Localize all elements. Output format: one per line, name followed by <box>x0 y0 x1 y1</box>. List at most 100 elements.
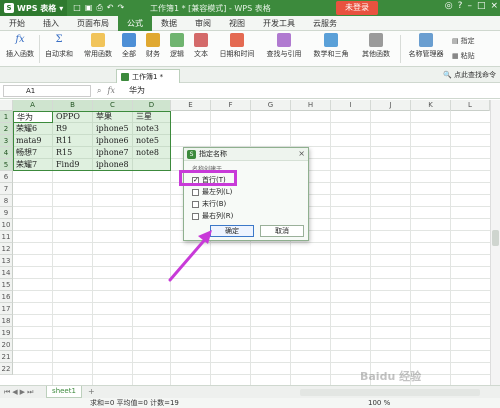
cell-c2[interactable]: iphone5 <box>93 123 133 135</box>
insert-function-button[interactable]: fx 插入函数 <box>3 33 37 59</box>
row-header[interactable]: 4 <box>0 147 13 159</box>
cell-b2[interactable]: R9 <box>53 123 93 135</box>
tab-review[interactable]: 审阅 <box>186 16 220 31</box>
checkbox[interactable] <box>192 200 199 208</box>
column-header[interactable]: D <box>133 100 171 111</box>
row-header[interactable]: 19 <box>0 327 13 339</box>
app-menu-button[interactable]: S WPS 表格 ▾ <box>0 0 68 16</box>
cell-d3[interactable]: note5 <box>133 135 171 147</box>
zoom-level[interactable]: 100 % <box>368 398 390 408</box>
column-header[interactable]: I <box>331 100 371 111</box>
row-header[interactable]: 5 <box>0 159 13 171</box>
option-right-column[interactable]: 最右列(R) <box>192 211 233 221</box>
lookup-button[interactable]: 查找与引用 <box>264 33 304 59</box>
fx-icon[interactable]: fx <box>107 86 114 96</box>
column-header[interactable]: G <box>251 100 291 111</box>
cell-b5[interactable]: Find9 <box>53 159 93 171</box>
print-icon[interactable]: ⎙ <box>96 3 102 13</box>
row-header[interactable]: 8 <box>0 195 13 207</box>
column-header[interactable]: K <box>411 100 451 111</box>
math-button[interactable]: 数学和三角 <box>310 33 352 59</box>
formula-input[interactable]: 华为 <box>129 85 145 96</box>
row-header[interactable]: 17 <box>0 303 13 315</box>
name-manager-button[interactable]: 名称管理器 <box>404 33 448 59</box>
scrollbar-thumb[interactable] <box>492 230 499 246</box>
tab-developer[interactable]: 开发工具 <box>254 16 304 31</box>
row-header[interactable]: 9 <box>0 207 13 219</box>
row-header[interactable]: 16 <box>0 291 13 303</box>
help-icon[interactable]: ? <box>458 1 463 11</box>
row-header[interactable]: 1 <box>0 111 13 123</box>
save-icon[interactable]: ▣ <box>85 3 93 13</box>
cell-b4[interactable]: R15 <box>53 147 93 159</box>
row-header[interactable]: 14 <box>0 267 13 279</box>
minimize-icon[interactable]: – <box>467 1 472 11</box>
close-icon[interactable]: × <box>490 1 498 11</box>
cell-c1[interactable]: 苹果 <box>93 111 133 123</box>
column-header[interactable]: A <box>13 100 53 111</box>
close-icon[interactable]: × <box>298 149 305 158</box>
row-header[interactable]: 22 <box>0 363 13 375</box>
document-tab[interactable]: 工作簿1 * <box>116 69 180 83</box>
row-header[interactable]: 21 <box>0 351 13 363</box>
column-header[interactable]: E <box>171 100 211 111</box>
zoom-formula-icon[interactable]: ⌕ <box>97 86 101 96</box>
tab-formula[interactable]: 公式 <box>118 15 152 31</box>
cell-c5[interactable]: iphone8 <box>93 159 133 171</box>
option-bottom-row[interactable]: 末行(B) <box>192 199 226 209</box>
cell-c3[interactable]: iphone6 <box>93 135 133 147</box>
row-header[interactable]: 6 <box>0 171 13 183</box>
sheet-nav-arrows[interactable]: ⏮◀▶⏭ <box>4 388 35 397</box>
tab-data[interactable]: 数据 <box>152 16 186 31</box>
row-header[interactable]: 13 <box>0 255 13 267</box>
row-header[interactable]: 11 <box>0 231 13 243</box>
column-header[interactable]: C <box>93 100 133 111</box>
row-header[interactable]: 12 <box>0 243 13 255</box>
text-button[interactable]: 文本 <box>190 33 212 59</box>
row-header[interactable]: 15 <box>0 279 13 291</box>
checkbox[interactable] <box>192 212 199 220</box>
sheet-tab[interactable]: sheet1 <box>46 386 82 398</box>
cell-c4[interactable]: iphone7 <box>93 147 133 159</box>
checkbox[interactable] <box>192 188 199 196</box>
tab-insert[interactable]: 插入 <box>34 16 68 31</box>
row-header[interactable]: 10 <box>0 219 13 231</box>
column-header[interactable]: H <box>291 100 331 111</box>
name-box[interactable]: A1 <box>3 84 91 97</box>
redo-icon[interactable]: ↷ <box>117 3 124 13</box>
horizontal-scrollbar[interactable] <box>300 389 480 396</box>
cell-a5[interactable]: 荣耀7 <box>13 159 53 171</box>
cell-d2[interactable]: note3 <box>133 123 171 135</box>
column-header[interactable]: F <box>211 100 251 111</box>
undo-icon[interactable]: ↶ <box>107 3 114 13</box>
column-header[interactable]: L <box>451 100 490 111</box>
new-icon[interactable]: □ <box>73 3 81 13</box>
cell-b1[interactable]: OPPO <box>53 111 93 123</box>
maximize-icon[interactable]: □ <box>477 1 486 11</box>
row-header[interactable]: 7 <box>0 183 13 195</box>
row-header[interactable]: 2 <box>0 123 13 135</box>
row-header[interactable]: 18 <box>0 315 13 327</box>
all-functions-button[interactable]: 全部 <box>118 33 140 59</box>
tab-cloud[interactable]: 云服务 <box>304 16 346 31</box>
finance-button[interactable]: 财务 <box>142 33 164 59</box>
column-header[interactable]: J <box>371 100 411 111</box>
datetime-button[interactable]: 日期和时间 <box>216 33 258 59</box>
tab-view[interactable]: 视图 <box>220 16 254 31</box>
column-header[interactable]: B <box>53 100 93 111</box>
spreadsheet-grid[interactable]: A B C D E F G H I J K L 1 2 3 4 5 6 7 8 … <box>0 100 490 385</box>
tab-page-layout[interactable]: 页面布局 <box>68 16 118 31</box>
other-functions-button[interactable]: 其他函数 <box>356 33 396 59</box>
cell-a4[interactable]: 畅想7 <box>13 147 53 159</box>
tab-start[interactable]: 开始 <box>0 16 34 31</box>
cell-b3[interactable]: R11 <box>53 135 93 147</box>
add-sheet-button[interactable]: + <box>88 387 95 396</box>
common-functions-button[interactable]: 常用函数 <box>80 33 116 59</box>
option-left-column[interactable]: 最左列(L) <box>192 187 232 197</box>
logic-button[interactable]: 逻辑 <box>166 33 188 59</box>
cell-d5[interactable] <box>133 159 171 171</box>
cancel-button[interactable]: 取消 <box>260 225 304 237</box>
find-command-search[interactable]: 🔍 点此查找命令 <box>443 70 496 80</box>
specify-button[interactable]: ▤ 指定 <box>452 36 475 46</box>
cell-a2[interactable]: 荣耀6 <box>13 123 53 135</box>
